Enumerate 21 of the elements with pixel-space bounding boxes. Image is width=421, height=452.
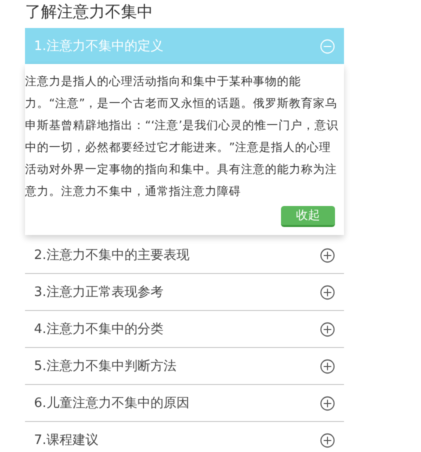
expand-icon[interactable] (320, 358, 335, 374)
section-title: 2.注意力不集中的主要表现 (34, 247, 190, 264)
expand-icon[interactable] (320, 432, 335, 448)
expand-icon[interactable] (320, 322, 335, 336)
section-text: 注意力是指人的心理活动指向和集中于某种事物的能力。“注意”，是一个古老而又永恒的话题。俄罗斯教育家乌申斯基曾精辟地指出：“‘注意’是我们心灵的惟一门户，意识中的一切，必然都要经过它才能进来。”注意是指人的心理活动对外界一定事物的指向和集中。具有注意的能力称为注意力。注意力不集中，通常指注意力障碍 (25, 73, 340, 200)
expand-icon[interactable] (320, 396, 335, 410)
section-title: 6.儿童注意力不集中的原因 (34, 395, 190, 412)
accordion-header[interactable]: 4.注意力不集中的分类 (25, 311, 344, 348)
section-title: 4.注意力不集中的分类 (34, 321, 164, 338)
section-title: 5.注意力不集中判断方法 (34, 358, 176, 375)
expand-icon[interactable] (320, 284, 335, 300)
accordion-header[interactable]: 5.注意力不集中判断方法 (25, 348, 344, 385)
accordion-header[interactable]: 2.注意力不集中的主要表现 (25, 237, 344, 274)
accordion-header[interactable]: 7.课程建议 (25, 422, 344, 452)
expand-icon[interactable] (320, 248, 335, 262)
page-title: 了解注意力不集中 (25, 2, 154, 22)
section-title: 3.注意力正常表现参考 (34, 284, 164, 301)
accordion-header[interactable]: 3.注意力正常表现参考 (25, 274, 344, 311)
accordion-header[interactable]: 6.儿童注意力不集中的原因 (25, 385, 344, 422)
section-title: 7.课程建议 (34, 432, 98, 449)
section-title: 1.注意力不集中的定义 (34, 38, 164, 55)
